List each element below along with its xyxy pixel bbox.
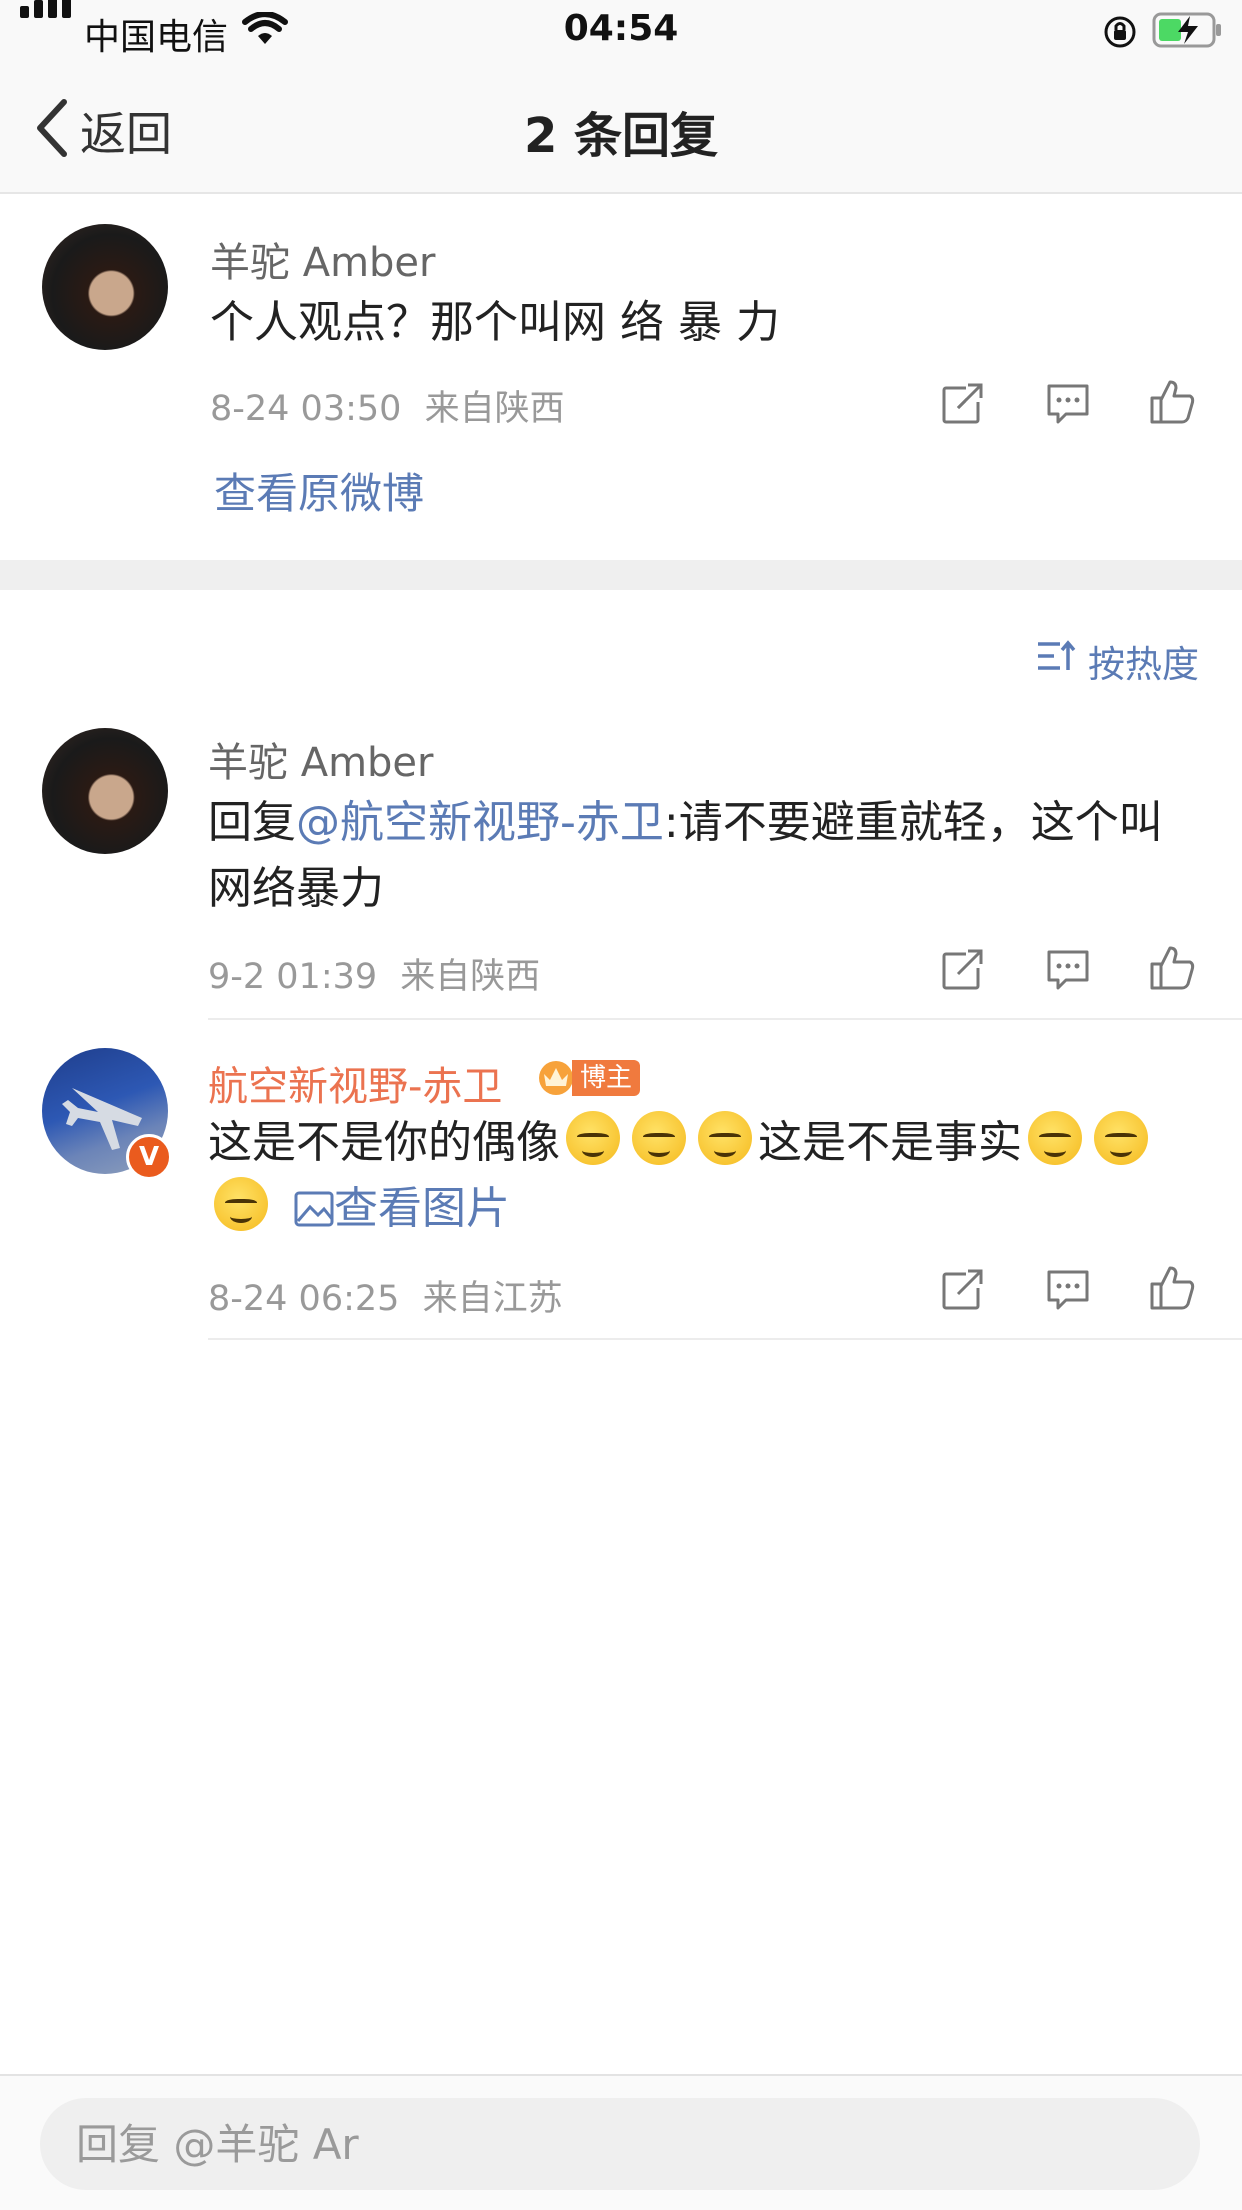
sort-by-hot-button[interactable]: 按热度 <box>1088 634 1199 688</box>
avatar[interactable] <box>42 224 168 350</box>
comment-date: 8-24 03:50 <box>210 389 402 429</box>
emoji-icon <box>632 1111 686 1165</box>
page-title: 2 条回复 <box>523 108 719 164</box>
emoji-icon <box>566 1111 620 1165</box>
verified-badge: V <box>126 1134 172 1180</box>
section-separator <box>0 560 1242 590</box>
comment-icon[interactable] <box>1046 382 1090 426</box>
like-icon[interactable] <box>1148 944 1196 992</box>
reply-meta: 9-2 01:39 来自陕西 <box>208 948 540 999</box>
divider <box>208 1338 1242 1340</box>
reply-input[interactable] <box>40 2098 1200 2190</box>
username[interactable]: 羊驼 Amber <box>210 230 436 288</box>
navigation-bar: 返回 2 条回复 <box>0 60 1242 194</box>
divider <box>208 1018 1242 1020</box>
share-icon[interactable] <box>940 946 986 992</box>
author-username[interactable]: 航空新视野-赤卫 <box>208 1054 502 1112</box>
emoji-icon <box>1094 1111 1148 1165</box>
reply-body: 这是不是事实 <box>758 1117 1022 1168</box>
username[interactable]: 羊驼 Amber <box>208 730 434 788</box>
orientation-lock-icon <box>1104 16 1136 48</box>
like-icon[interactable] <box>1148 378 1196 426</box>
blogger-badge: 博主 <box>572 1060 641 1096</box>
battery-icon <box>1152 12 1221 48</box>
reply-meta: 8-24 06:25 来自江苏 <box>208 1270 563 1321</box>
reply-location: 来自江苏 <box>422 1279 563 1319</box>
emoji-icon <box>214 1177 268 1231</box>
status-bar: 中国电信 04:54 <box>0 0 1242 60</box>
reply-location: 来自陕西 <box>400 957 541 997</box>
emoji-icon <box>698 1111 752 1165</box>
comment-icon[interactable] <box>1046 948 1090 992</box>
reply-text: 这是不是你的偶像 这是不是事实 查看图片 <box>208 1110 1198 1242</box>
reply-date: 9-2 01:39 <box>208 957 378 997</box>
crown-icon <box>539 1061 573 1095</box>
share-icon[interactable] <box>940 1266 986 1312</box>
reply-text: 回复@航空新视野-赤卫:请不要避重就轻，这个叫网络暴力 <box>208 790 1188 922</box>
comment-meta: 8-24 03:50 来自陕西 <box>210 380 565 431</box>
reply-date: 8-24 06:25 <box>208 1279 400 1319</box>
reply-input-bar <box>0 2074 1242 2210</box>
view-image-link[interactable]: 查看图片 <box>334 1183 510 1234</box>
reply-prefix: 回复 <box>208 797 296 848</box>
emoji-icon <box>1028 1111 1082 1165</box>
comment-icon[interactable] <box>1046 1268 1090 1312</box>
reply-body: 这是不是你的偶像 <box>208 1117 560 1168</box>
clock: 04:54 <box>563 8 679 49</box>
view-original-link[interactable]: 查看原微博 <box>214 460 424 521</box>
comment-text: 个人观点？那个叫网 络 暴 力 <box>210 297 780 348</box>
sort-icon[interactable] <box>1036 638 1076 674</box>
share-icon[interactable] <box>940 380 986 426</box>
like-icon[interactable] <box>1148 1264 1196 1312</box>
avatar[interactable] <box>42 728 168 854</box>
image-icon[interactable] <box>294 1191 334 1227</box>
mention-link[interactable]: @航空新视野-赤卫 <box>296 797 664 848</box>
comment-location: 来自陕西 <box>424 389 565 429</box>
